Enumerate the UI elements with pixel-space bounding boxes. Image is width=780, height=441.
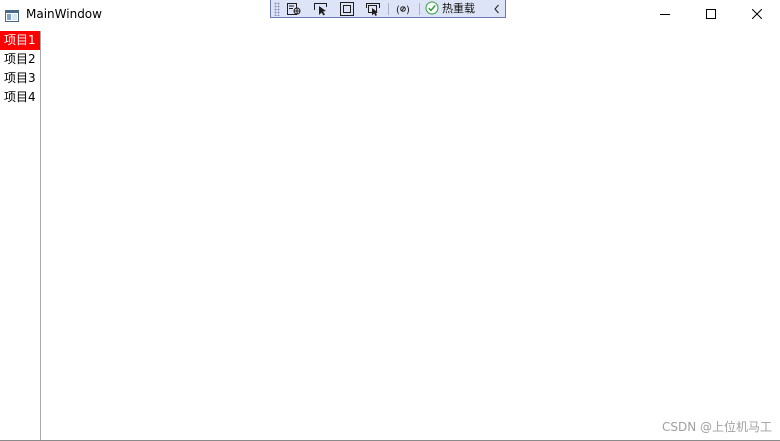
check-circle-icon xyxy=(425,0,439,19)
main-window: MainWindow () 热重载 项目1 项目2 项目3 项目4 CSDN … xyxy=(0,0,780,441)
close-icon xyxy=(752,9,762,19)
sidebar-list: 项目1 项目2 项目3 项目4 xyxy=(0,31,41,440)
close-button[interactable] xyxy=(734,0,780,28)
live-visual-tree-icon[interactable] xyxy=(284,1,304,17)
list-item-1[interactable]: 项目1 xyxy=(0,31,40,50)
maximize-icon xyxy=(706,9,716,19)
list-item-2[interactable]: 项目2 xyxy=(0,50,40,69)
hot-reload-label: 热重载 xyxy=(442,2,475,15)
toolbar-separator xyxy=(419,3,420,15)
list-item-4[interactable]: 项目4 xyxy=(0,88,40,107)
window-title: MainWindow xyxy=(26,7,102,21)
runtime-toolbar: ( ) 热重载 xyxy=(270,0,506,18)
minimize-icon xyxy=(660,14,670,15)
title-bar[interactable]: MainWindow () 热重载 xyxy=(0,0,780,28)
track-focus-icon[interactable] xyxy=(363,1,383,17)
content-area xyxy=(41,31,780,440)
toolbar-grip-icon[interactable] xyxy=(274,1,280,16)
layout-adorner-icon[interactable] xyxy=(337,1,357,17)
minimize-button[interactable] xyxy=(642,0,688,28)
binding-icon[interactable]: ( ) xyxy=(393,1,413,17)
select-element-icon[interactable] xyxy=(311,1,331,17)
window-app-icon[interactable] xyxy=(5,7,19,22)
hot-reload-button[interactable]: 热重载 xyxy=(425,1,475,17)
maximize-button[interactable] xyxy=(688,0,734,28)
svg-text:(: ( xyxy=(396,5,400,16)
chevron-left-icon[interactable] xyxy=(491,1,503,17)
toolbar-separator xyxy=(388,3,389,15)
list-item-3[interactable]: 项目3 xyxy=(0,69,40,88)
svg-text:): ) xyxy=(406,5,410,16)
watermark: CSDN @上位机马工 xyxy=(661,420,772,434)
